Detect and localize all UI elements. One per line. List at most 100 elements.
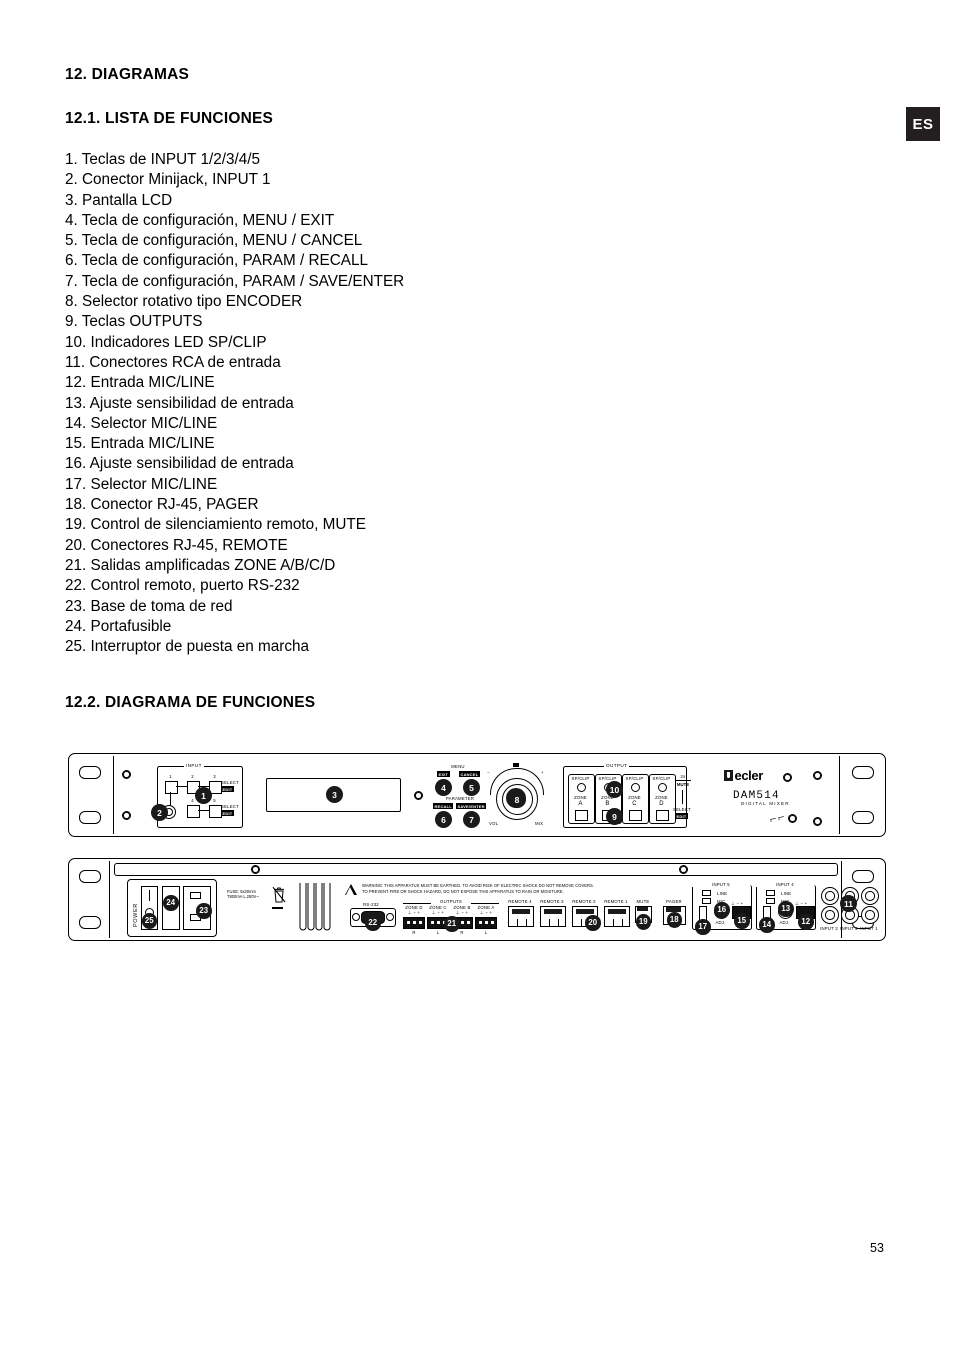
output-zone-terminal[interactable]: ZONE D ⊥ − + R [403,905,425,935]
remote-jack[interactable]: REMOTE 4 [506,899,534,927]
callout-21: 21 [444,916,460,932]
rca-connector[interactable] [821,887,839,905]
rack-ear-hole [852,811,874,824]
callout-22: 22 [365,915,381,931]
rj45-tab [517,919,527,927]
screw-icon [251,865,260,874]
screw-icon [783,773,792,782]
zone-button-a[interactable] [575,810,588,821]
remote-jack[interactable]: REMOTE 1 [602,899,630,927]
mute-select-label: SELECT [673,807,691,812]
function-list-item: 15. Entrada MIC/LINE [65,435,215,453]
encoder-mix-label: MIX [535,821,544,826]
input5-line-switch-icon [702,890,711,896]
input-button-label-1: 1 [169,774,172,779]
input5-line-label: LINE [717,891,728,896]
rj45-port[interactable] [540,906,566,927]
panel-divider [113,756,114,834]
remote-jack-label: REMOTE 2 [572,899,596,904]
input-button-4[interactable] [187,805,200,818]
terminal-block[interactable] [403,917,425,929]
power-switch-mark [148,890,150,901]
function-list-item: 7. Tecla de configuración, PARAM / SAVE/… [65,272,405,290]
signature-mark: ⌐⌐ [767,809,787,827]
callout-9: 9 [606,808,623,825]
callout-10: 10 [606,781,623,798]
rca-connector[interactable] [861,906,879,924]
power-label: POWER [133,903,139,927]
terminal-pin [407,921,410,924]
function-list-item: 12. Entrada MIC/LINE [65,374,215,392]
menu-exit-button[interactable]: EXIT [437,771,450,777]
rack-ear-hole [79,916,101,929]
zone-label-a: ZONE [574,795,587,800]
screw-icon [813,771,822,780]
subsection-title-1: 12.1. LISTA DE FUNCIONES [65,110,274,127]
callout-19: 19 [635,914,651,930]
brand-name: ecler [734,768,764,783]
function-list-item: 14. Selector MIC/LINE [65,414,218,432]
rca-input-label: INPUT 3 [820,926,838,931]
function-list: 1. Teclas de INPUT 1/2/3/4/5 2. Conector … [65,150,585,657]
terminal-block[interactable] [475,917,497,929]
zone-button-d[interactable] [656,810,669,821]
screw-icon [122,770,131,779]
param-recall-button[interactable]: RECALL [433,803,454,809]
function-list-item: 5. Tecla de configuración, MENU / CANCEL [65,232,363,250]
terminal-pin [467,921,470,924]
callout-18: 18 [666,912,682,928]
param-save-enter-button[interactable]: SAVE/ENTER [456,803,487,809]
encoder-minus-label: − [487,770,490,775]
input5-label: INPUT 5 [692,882,750,887]
front-panel-diagram: INPUT 1 2 3 4 5 SELECT EDIT SELECT EDIT … [68,753,886,837]
screw-icon [679,865,688,874]
callout-13: 13 [778,901,794,917]
function-list-item: 25. Interruptor de puesta en marcha [65,638,310,656]
callout-5: 5 [463,779,480,796]
rj45-port[interactable] [604,906,630,927]
mute-sub-label: 2s [680,774,686,779]
function-list-item: 20. Conectores RJ-45, REMOTE [65,536,288,554]
weee-bar [272,907,283,910]
rj45-port[interactable] [508,906,534,927]
callout-24: 24 [163,895,179,911]
rca-input-label: INPUT 1 [860,926,878,931]
terminal-pin [431,921,434,924]
spclip-label-c: SP/CLIP [625,776,644,781]
mute-label-rear: MUTE [636,899,650,904]
screw-icon [122,811,131,820]
brand-logo: ecler [724,768,764,783]
rca-connector[interactable] [821,906,839,924]
zone-button-c[interactable] [629,810,642,821]
callout-15: 15 [734,913,750,929]
rca-connector[interactable] [861,887,879,905]
input-button-label-2: 2 [191,774,194,779]
output-group-label: OUTPUT [604,763,630,768]
menu-cancel-button[interactable]: CANCEL [459,771,480,777]
function-list-item: 23. Base de toma de red [65,597,233,615]
input-button-1[interactable] [165,781,178,794]
function-list-item: 9. Teclas OUTPUTS [65,313,203,331]
rj45-contacts [544,908,562,914]
input4-label: INPUT 4 [756,882,814,887]
remote-jack[interactable]: REMOTE 3 [538,899,566,927]
callout-7: 7 [463,811,480,828]
input-link-line [176,786,187,787]
terminal-polarity-marks: ⊥ − + [479,910,493,915]
spclip-label-a: SP/CLIP [571,776,590,781]
function-list-item: 21. Salidas amplificadas ZONE A/B/C/D [65,556,336,574]
terminal-pin [413,921,416,924]
weee-icon [272,886,286,903]
page-number: 53 [870,1241,884,1255]
screw-icon [813,817,822,826]
rack-ear-hole [79,811,101,824]
zone-letter-b: B [605,801,610,807]
function-list-item: 19. Control de silenciamiento remoto, MU… [65,516,366,534]
terminal-polarity-marks: ⊥ − + [455,910,469,915]
panel-divider [109,861,110,938]
callout-1: 1 [195,787,212,804]
rs232-screw-left [352,913,360,921]
channel-label: R [412,930,416,935]
terminal-pin [437,921,440,924]
output-zone-terminal[interactable]: ZONE A ⊥ − + L [475,905,497,935]
